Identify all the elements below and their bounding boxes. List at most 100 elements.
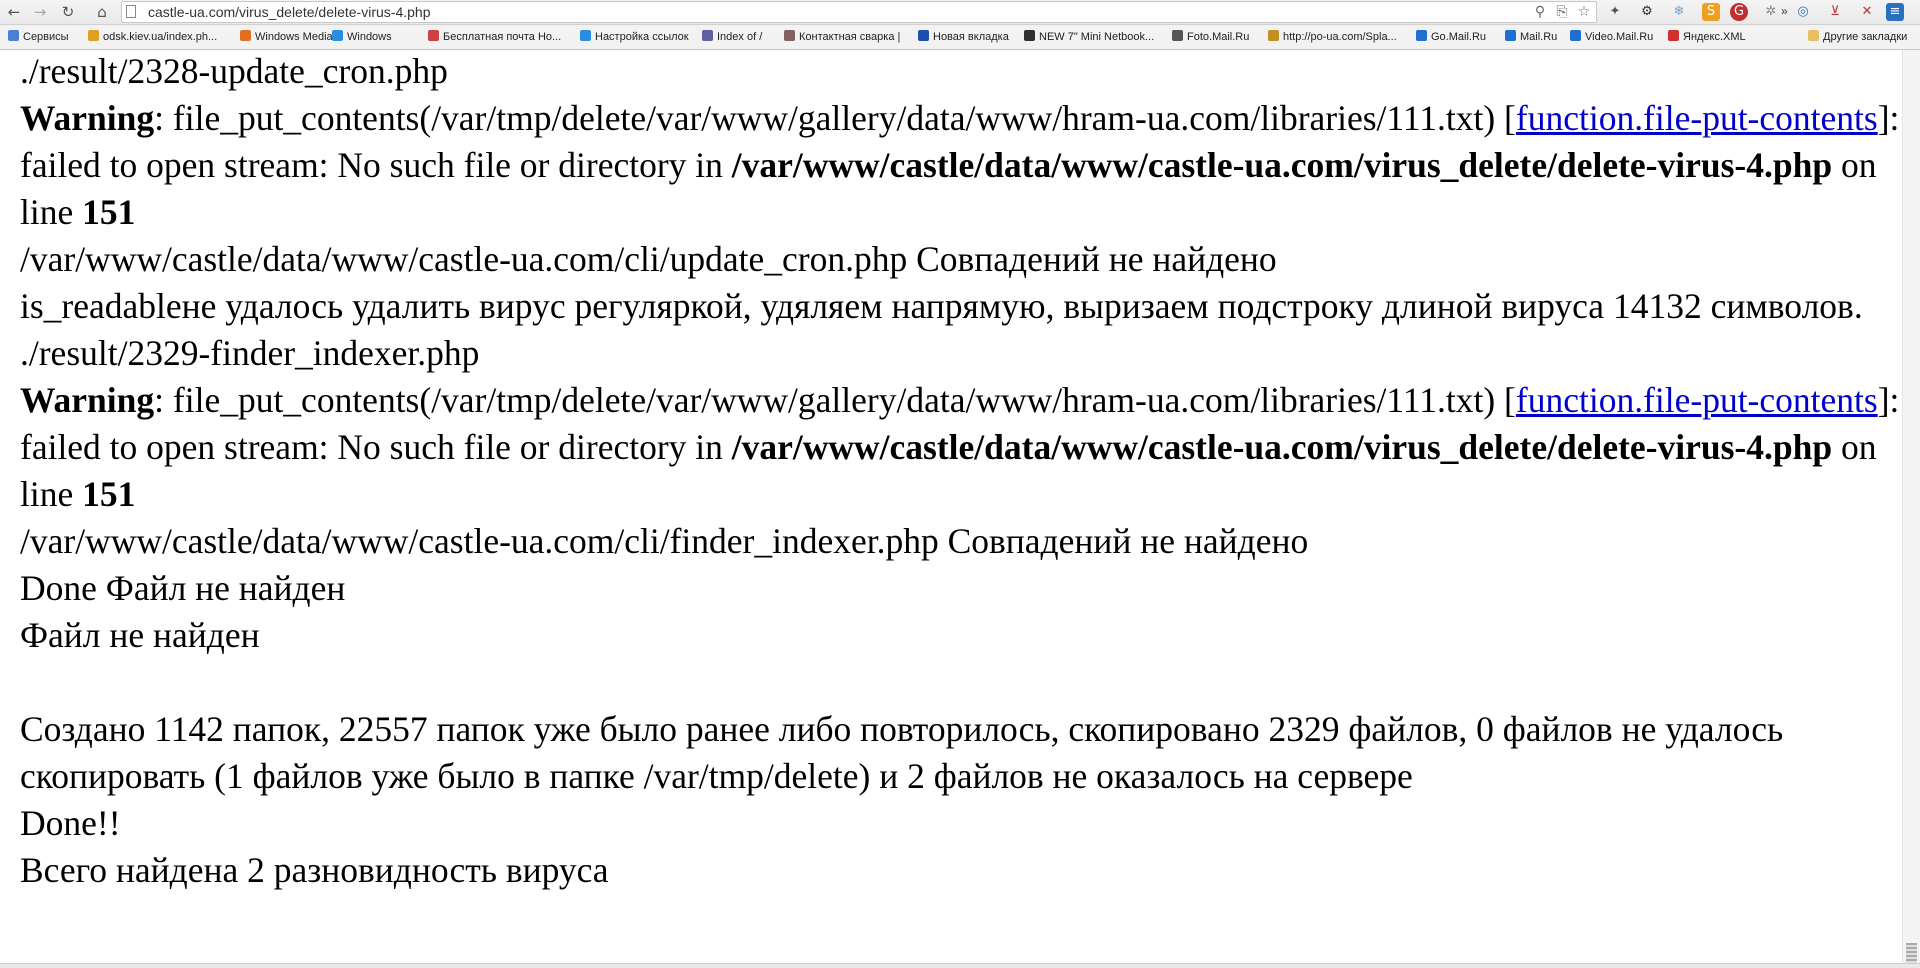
bookmark-favicon-icon [1570,30,1581,41]
folder-icon [1808,30,1819,41]
other-bookmarks[interactable]: Другие закладки [1808,29,1907,45]
page-icon [126,5,136,18]
warning-text: : file_put_contents(/var/tmp/delete/var/… [154,98,1516,138]
bookmark-item[interactable]: Яндекс.XML [1668,29,1746,45]
bookmark-favicon-icon [428,30,439,41]
bookmark-label: Go.Mail.Ru [1431,31,1487,43]
not-found-line: Файл не найден [20,615,260,655]
bookmark-label: Windows Media [255,31,333,43]
bookmark-item[interactable]: Контактная сварка | [784,29,900,45]
bookmark-item[interactable]: odsk.kiev.ua/index.ph... [88,29,217,45]
total-line: Всего найдена 2 разновидность вируса [20,850,609,890]
bookmark-favicon-icon [1268,30,1279,41]
bookmark-item[interactable]: http://po-ua.com/Spla... [1268,29,1397,45]
function-link[interactable]: function.file-put-contents [1516,98,1878,138]
bookmark-label: odsk.kiev.ua/index.ph... [103,31,218,43]
bookmark-label: NEW 7" Mini Netbook... [1039,31,1155,43]
warning-text: : file_put_contents(/var/tmp/delete/var/… [154,380,1516,420]
summary-text: Создано 1142 папок, 22557 папок уже было… [20,709,1784,796]
bookmark-item[interactable]: Windows [332,29,392,45]
bookmark-favicon-icon [1172,30,1183,41]
bookmark-item[interactable]: Foto.Mail.Ru [1172,29,1249,45]
readable-line: is_readableне удалось удалить вирус регу… [20,286,1863,326]
bookmark-item[interactable]: NEW 7" Mini Netbook... [1024,29,1154,45]
browser-toolbar: ← → ↻ ⌂ castle-ua.com/virus_delete/delet… [0,0,1920,25]
bookmark-favicon-icon [1505,30,1516,41]
warning-block: Warning: file_put_contents(/var/tmp/dele… [20,377,1900,518]
bookmark-favicon-icon [1668,30,1679,41]
zoom-icon[interactable]: ⚲ [1532,4,1548,20]
url-text[interactable]: castle-ua.com/virus_delete/delete-virus-… [148,4,430,20]
warning-label: Warning [20,380,155,420]
vertical-scrollbar[interactable] [1902,50,1920,965]
bookmark-item[interactable]: Windows Media [240,29,333,45]
other-bookmarks-label: Другие закладки [1823,31,1908,43]
bookmark-favicon-icon [580,30,591,41]
bookmark-favicon-icon [1416,30,1427,41]
bookmark-label: Контактная сварка | [799,31,901,43]
ssl-extension-icon[interactable]: S [1702,3,1720,21]
reload-icon[interactable]: ↻ [58,2,78,22]
done-line: Done Файл не найден [20,568,346,608]
home-icon[interactable]: ⌂ [92,2,112,22]
bookmark-item[interactable]: Новая вкладка [918,29,1009,45]
bookmark-favicon-icon [784,30,795,41]
bookmark-label: Настройка ссылок [595,31,689,43]
bottom-bar [0,963,1920,968]
settings-icon[interactable]: ✲ [1762,3,1780,21]
bookmark-label: Яндекс.XML [1683,31,1746,43]
bookmark-item[interactable]: Index of / [702,29,762,45]
warning-label: Warning [20,98,155,138]
back-icon[interactable]: ← [4,2,24,22]
bookmark-label: Foto.Mail.Ru [1187,31,1250,43]
more-bookmarks-chevron[interactable]: » [1781,4,1788,18]
bookmark-favicon-icon [88,30,99,41]
result-line: ./result/2328-update_cron.php [20,51,448,91]
function-link[interactable]: function.file-put-contents [1516,380,1878,420]
no-match-line: /var/www/castle/data/www/castle-ua.com/c… [20,239,1277,279]
bookmark-favicon-icon [8,30,19,41]
bookmarks-bar: Сервисы odsk.kiev.ua/index.ph... Windows M… [0,25,1920,50]
snowflake-icon[interactable]: ❄ [1670,3,1688,21]
address-bar[interactable]: castle-ua.com/virus_delete/delete-virus-… [121,1,1597,23]
bookmark-label: Index of / [717,31,763,43]
cart-icon[interactable]: ⊻ [1826,3,1844,21]
warning-path: /var/www/castle/data/www/castle-ua.com/v… [731,145,1833,185]
warning-block: Warning: file_put_contents(/var/tmp/dele… [20,95,1900,236]
bookmark-label: Mail.Ru [1520,31,1558,43]
compass-icon[interactable]: ◎ [1794,3,1812,21]
result-line: ./result/2329-finder_indexer.php [20,333,480,373]
bookmark-item[interactable]: Video.Mail.Ru [1570,29,1653,45]
bookmark-favicon-icon [332,30,343,41]
forward-icon[interactable]: → [30,2,50,22]
bookmark-favicon-icon [702,30,713,41]
bookmark-item[interactable]: Бесплатная почта Но... [428,29,561,45]
bookmark-label: Сервисы [23,31,69,43]
bookmark-item[interactable]: Настройка ссылок [580,29,689,45]
warning-line-number: 151 [82,474,136,514]
warning-path: /var/www/castle/data/www/castle-ua.com/v… [731,427,1833,467]
bookmark-label: Бесплатная почта Но... [443,31,562,43]
bookmark-label: Новая вкладка [933,31,1009,43]
warning-line-number: 151 [82,192,136,232]
bookmark-label: Video.Mail.Ru [1585,31,1654,43]
no-match-line: /var/www/castle/data/www/castle-ua.com/c… [20,521,1309,561]
bookmark-star-icon[interactable]: ☆ [1576,4,1592,20]
close-x-icon[interactable]: ✕ [1858,3,1876,21]
bookmark-favicon-icon [1024,30,1035,41]
extension-red-icon[interactable]: G [1730,3,1748,21]
done-final-line: Done!! [20,803,121,843]
bookmark-item[interactable]: Mail.Ru [1505,29,1557,45]
gear-icon[interactable]: ⚙ [1638,3,1656,21]
translate-icon[interactable]: ⎘ [1554,4,1570,20]
scrollbar-thumb[interactable] [1906,943,1917,965]
bookmark-favicon-icon [918,30,929,41]
bookmark-item[interactable]: Сервисы [8,29,69,45]
bookmark-label: http://po-ua.com/Spla... [1283,31,1397,43]
bookmark-label: Windows [347,31,392,43]
bookmark-item[interactable]: Go.Mail.Ru [1416,29,1486,45]
extension-icon[interactable]: ✦ [1606,3,1624,21]
menu-extension-icon[interactable]: ≡ [1886,3,1904,21]
page-content: ./result/2328-update_cron.php Warning: f… [20,48,1900,894]
